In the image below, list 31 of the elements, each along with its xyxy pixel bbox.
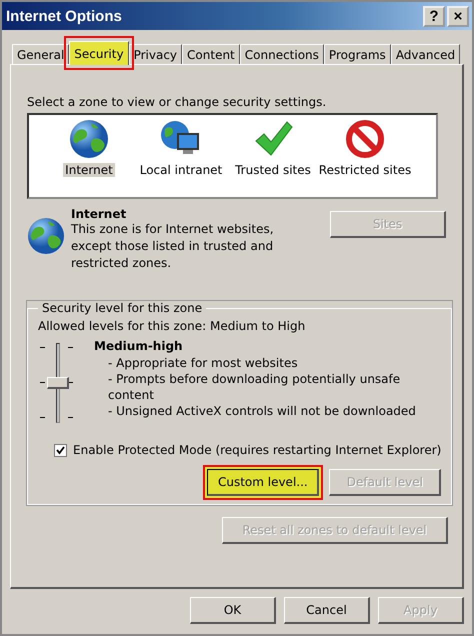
slider-thumb[interactable] <box>47 377 69 389</box>
prohibited-icon <box>345 119 385 159</box>
zone-item[interactable]: Trusted sites <box>233 163 313 177</box>
zone-item[interactable]: Internet <box>63 163 115 177</box>
globe-icon <box>69 119 109 159</box>
level-description: - Unsigned ActiveX controls will not be downloaded <box>107 403 417 419</box>
checkbox-label: Enable Protected Mode (requires restarting Internet Explorer) <box>73 443 442 457</box>
level-name: Medium-high <box>94 339 184 353</box>
level-description: - Appropriate for most websites <box>107 355 299 371</box>
tab[interactable]: General <box>12 44 70 64</box>
tab[interactable]: Content <box>182 44 240 64</box>
help-button[interactable]: ? <box>423 6 445 26</box>
level-description: - Prompts before downloading potentially unsafe content <box>107 371 402 403</box>
tab[interactable]: Programs <box>324 44 391 64</box>
zone-item[interactable]: Local intranet <box>138 163 224 177</box>
dialog-button[interactable]: OK <box>190 597 276 624</box>
checkmark-icon <box>56 446 65 454</box>
group-legend: Security level for this zone <box>38 301 206 315</box>
zone-title: Internet <box>71 207 128 221</box>
window-title: Internet Options <box>6 8 123 24</box>
checkbox[interactable] <box>54 444 67 456</box>
allowed-levels-text: Allowed levels for this zone: Medium to High <box>38 319 306 333</box>
zone-description: This zone is for Internet websites, except those listed in trusted and restricted zones. <box>71 221 275 272</box>
zone-prompt: Select a zone to view or change security settings. <box>27 95 328 109</box>
dialog-button[interactable]: Cancel <box>284 597 370 624</box>
tab[interactable]: Advanced <box>390 44 460 64</box>
close-button[interactable]: × <box>447 6 469 26</box>
globe-icon <box>27 217 65 255</box>
zone-item[interactable]: Restricted sites <box>316 163 414 177</box>
tab[interactable]: Connections <box>240 44 324 64</box>
tab[interactable]: Privacy <box>128 44 182 64</box>
